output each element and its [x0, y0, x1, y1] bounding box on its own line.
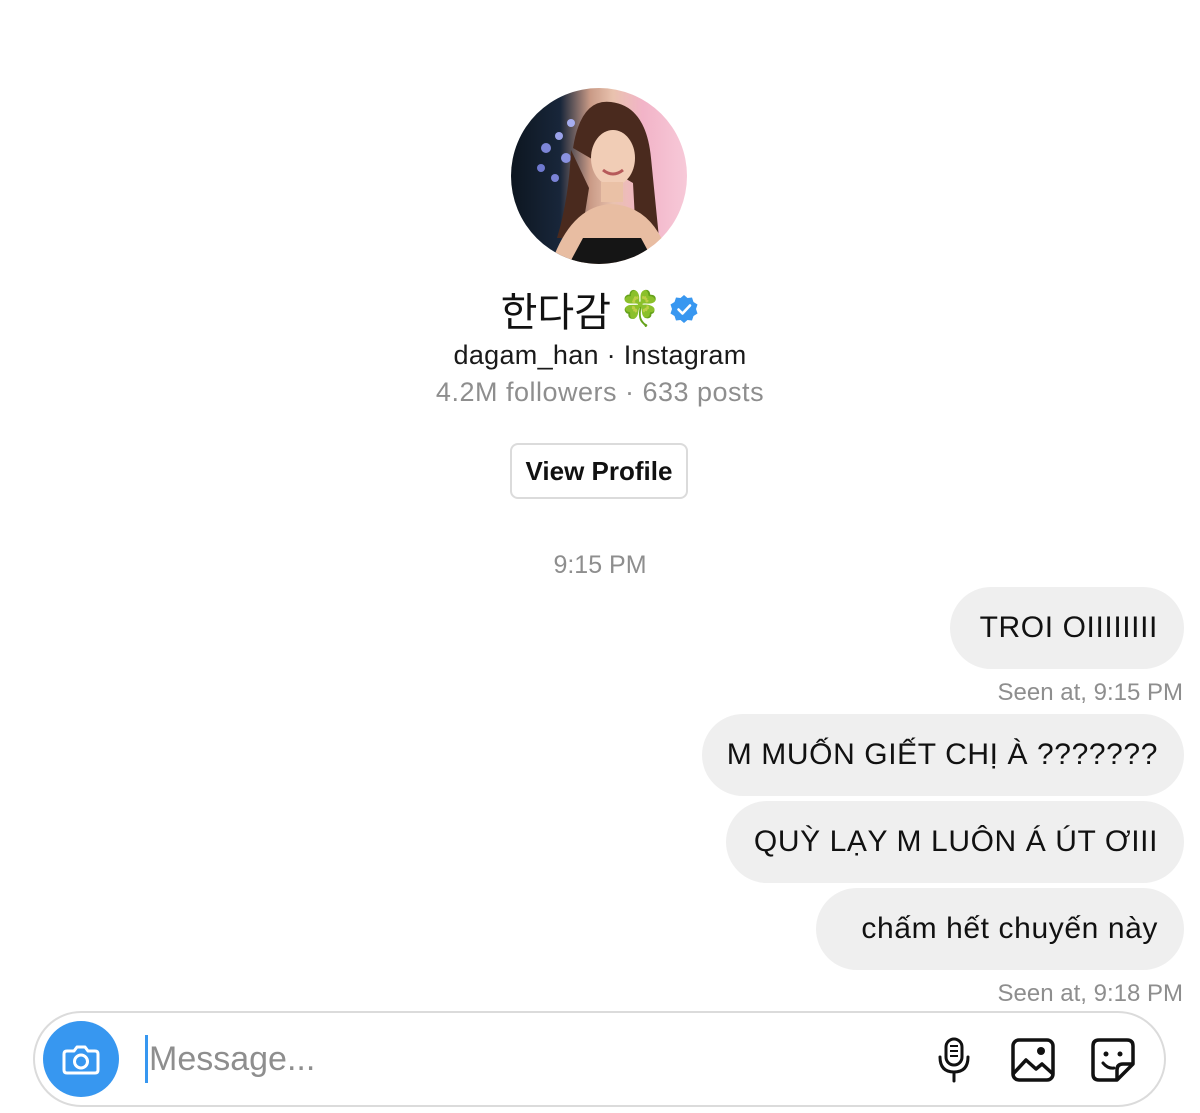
- message-bubble[interactable]: QUỲ LẠY M LUÔN Á ÚT ƠIII: [726, 801, 1184, 883]
- message-composer: [33, 1011, 1166, 1107]
- sticker-button[interactable]: [1088, 1035, 1138, 1085]
- gallery-button[interactable]: [1008, 1035, 1058, 1085]
- microphone-icon: [938, 1037, 970, 1083]
- message-bubble[interactable]: chấm hết chuyến này: [816, 888, 1184, 970]
- verified-badge-icon: [670, 295, 698, 323]
- message-input[interactable]: [149, 1031, 849, 1087]
- sticker-icon: [1091, 1038, 1135, 1082]
- microphone-button[interactable]: [929, 1035, 979, 1085]
- thread-timestamp: 9:15 PM: [553, 551, 647, 579]
- camera-button[interactable]: [43, 1021, 119, 1097]
- avatar-photo: [537, 101, 671, 264]
- gallery-icon: [1011, 1038, 1055, 1082]
- view-profile-button[interactable]: View Profile: [510, 443, 688, 499]
- seen-receipt: Seen at, 9:15 PM: [997, 679, 1183, 706]
- profile-name-row: 한다감 🍀: [0, 283, 1200, 336]
- clover-emoji: 🍀: [619, 290, 662, 328]
- message-bubble[interactable]: TROI OIIIIIIII: [950, 587, 1184, 669]
- profile-name: 한다감: [500, 290, 612, 336]
- profile-handle: dagam_han · Instagram: [453, 340, 747, 370]
- profile-stats: 4.2M followers · 633 posts: [435, 377, 765, 407]
- message-bubble[interactable]: M MUỐN GIẾT CHỊ À ???????: [702, 714, 1184, 796]
- profile-avatar[interactable]: [511, 88, 687, 264]
- seen-receipt: Seen at, 9:18 PM: [997, 980, 1183, 1007]
- camera-icon: [62, 1045, 100, 1075]
- text-cursor: [145, 1035, 148, 1083]
